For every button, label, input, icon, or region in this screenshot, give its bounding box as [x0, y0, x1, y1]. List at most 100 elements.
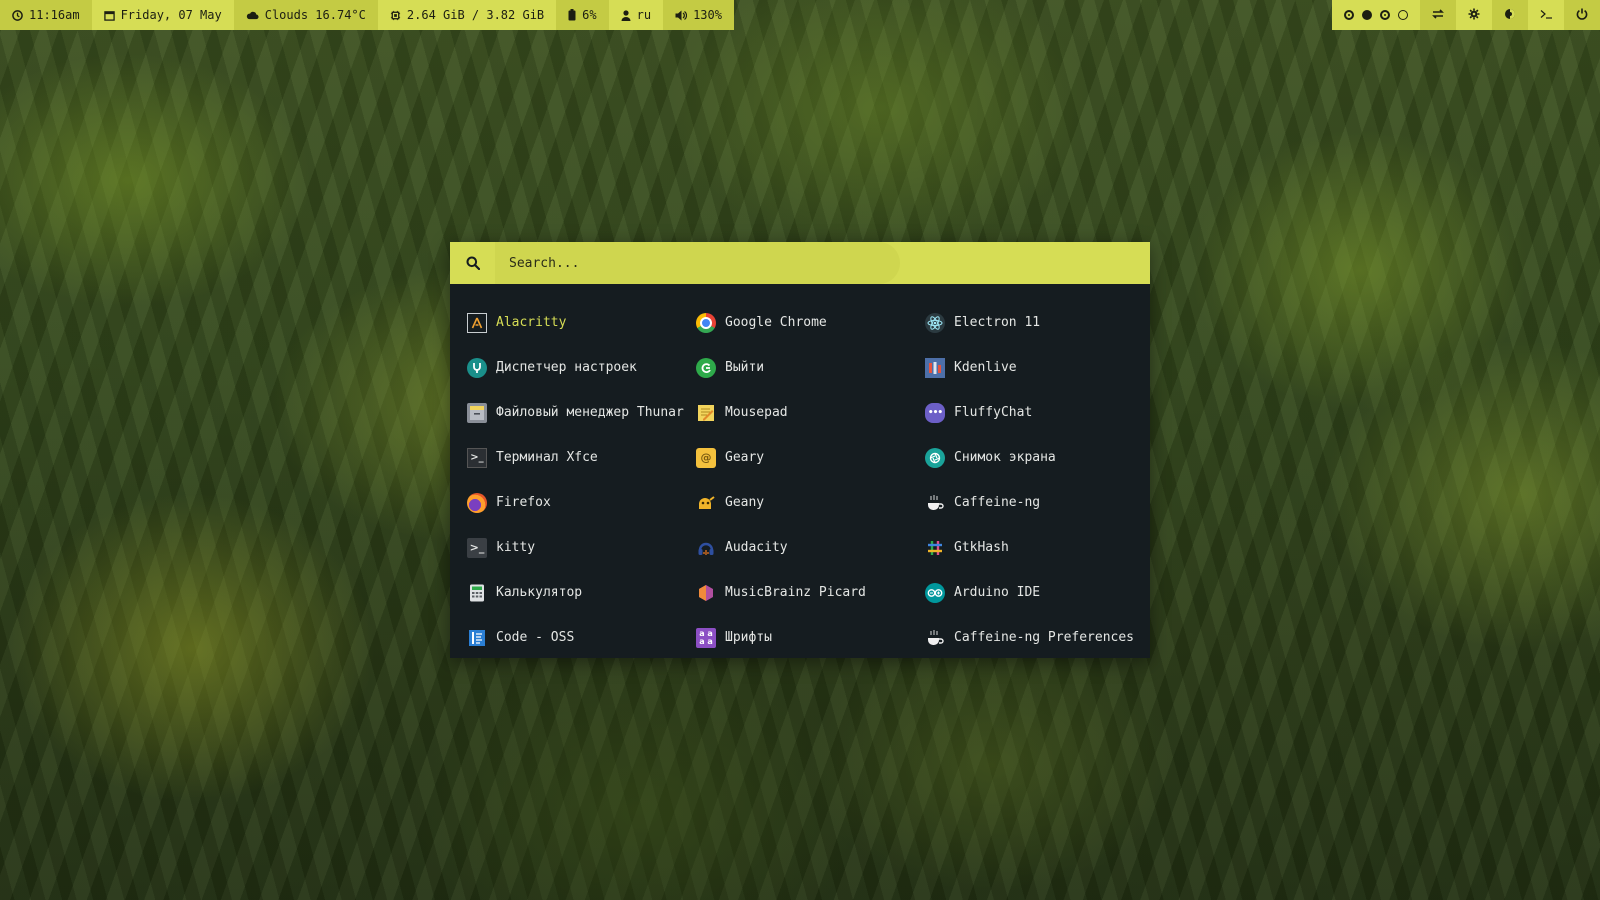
app-geary[interactable]: @ Geary: [696, 435, 925, 480]
app-label: Калькулятор: [496, 585, 583, 600]
swap-button[interactable]: [1420, 0, 1456, 30]
terminal-prompt-icon: [1540, 8, 1553, 22]
date-text: Friday, 07 May: [120, 8, 222, 22]
app-mousepad[interactable]: Mousepad: [696, 390, 925, 435]
workspace-3-icon[interactable]: [1380, 10, 1390, 20]
code-oss-icon: [467, 628, 487, 648]
app-fluffychat[interactable]: ••• FluffyChat: [925, 390, 1154, 435]
chrome-icon: [696, 312, 716, 333]
app-gtkhash[interactable]: GtkHash: [925, 525, 1154, 570]
power-icon: [1576, 8, 1588, 23]
app-caffeine-ng-preferences[interactable]: Caffeine-ng Preferences: [925, 615, 1154, 660]
gtkhash-icon: [925, 538, 945, 558]
app-arduino-ide[interactable]: Arduino IDE: [925, 570, 1154, 615]
top-panel-right: [1332, 0, 1600, 30]
app-label: Mousepad: [725, 405, 788, 420]
app-xfce-terminal[interactable]: >_ Терминал Xfce: [467, 435, 696, 480]
app-label: FluffyChat: [954, 405, 1033, 420]
settings-button[interactable]: [1456, 0, 1492, 30]
app-label: Caffeine-ng Preferences: [954, 630, 1135, 645]
terminal-button[interactable]: [1528, 0, 1564, 30]
app-google-chrome[interactable]: Google Chrome: [696, 300, 925, 345]
app-label: MusicBrainz Picard: [725, 585, 866, 600]
search-input[interactable]: [495, 242, 900, 284]
search-icon: [450, 242, 495, 284]
weather-widget[interactable]: Clouds 16.74°C: [233, 0, 378, 30]
weather-text: Clouds 16.74°C: [264, 8, 366, 22]
app-label: Alacritty: [496, 315, 567, 330]
app-launcher: Alacritty Google Chrome Electron 11 Дисп…: [450, 242, 1150, 658]
electron-icon: [925, 312, 945, 333]
app-fonts[interactable]: a aa a Шрифты: [696, 615, 925, 660]
app-screenshot[interactable]: Снимок экрана: [925, 435, 1154, 480]
caffeine-icon: [925, 493, 945, 513]
app-label: Снимок экрана: [954, 450, 1056, 465]
app-label: Code - OSS: [496, 630, 575, 645]
workspace-1-icon[interactable]: [1344, 10, 1354, 20]
clock-widget[interactable]: 11:16am: [0, 0, 92, 30]
app-label: GtkHash: [954, 540, 1009, 555]
volume-widget[interactable]: 130%: [663, 0, 734, 30]
app-label: Arduino IDE: [954, 585, 1041, 600]
picard-icon: [696, 583, 716, 603]
firefox-icon: [467, 492, 487, 513]
clock-icon: [12, 9, 23, 21]
app-logout[interactable]: Выйти: [696, 345, 925, 390]
top-panel-left: 11:16am Friday, 07 May Clouds 16.74°C 2.…: [0, 0, 734, 30]
geary-icon: @: [696, 447, 716, 468]
theme-toggle-button[interactable]: [1492, 0, 1528, 30]
app-label: Выйти: [725, 360, 765, 375]
app-label: Geany: [725, 495, 765, 510]
keyboard-layout-widget[interactable]: ru: [608, 0, 664, 30]
app-label: Firefox: [496, 495, 551, 510]
app-label: Geary: [725, 450, 765, 465]
app-geany[interactable]: Geany: [696, 480, 925, 525]
memory-widget[interactable]: 2.64 GiB / 3.82 GiB: [377, 0, 557, 30]
app-code-oss[interactable]: Code - OSS: [467, 615, 696, 660]
app-kitty[interactable]: >_ kitty: [467, 525, 696, 570]
battery-text: 6%: [582, 8, 597, 22]
app-label: Electron 11: [954, 315, 1041, 330]
app-settings-manager[interactable]: Диспетчер настроек: [467, 345, 696, 390]
calculator-icon: [467, 583, 487, 603]
app-label: Kdenlive: [954, 360, 1017, 375]
date-widget[interactable]: Friday, 07 May: [91, 0, 234, 30]
app-thunar[interactable]: Файловый менеджер Thunar: [467, 390, 696, 435]
workspace-switcher: [1332, 0, 1420, 30]
app-musicbrainz-picard[interactable]: MusicBrainz Picard: [696, 570, 925, 615]
clock-text: 11:16am: [29, 8, 80, 22]
workspace-4-icon[interactable]: [1398, 10, 1408, 20]
app-electron-11[interactable]: Electron 11: [925, 300, 1154, 345]
app-label: Шрифты: [725, 630, 772, 645]
app-label: Caffeine-ng: [954, 495, 1041, 510]
app-label: Google Chrome: [725, 315, 827, 330]
app-kdenlive[interactable]: Kdenlive: [925, 345, 1154, 390]
caffeine-preferences-icon: [925, 628, 945, 648]
screenshot-icon: [925, 447, 945, 468]
volume-icon: [675, 10, 688, 21]
app-label: kitty: [496, 540, 536, 555]
app-audacity[interactable]: Audacity: [696, 525, 925, 570]
thunar-icon: [467, 402, 487, 423]
memory-chip-icon: [390, 10, 401, 21]
app-label: Терминал Xfce: [496, 450, 598, 465]
app-firefox[interactable]: Firefox: [467, 480, 696, 525]
alacritty-icon: [467, 312, 487, 333]
app-caffeine-ng[interactable]: Caffeine-ng: [925, 480, 1154, 525]
launcher-search-bar: [450, 242, 1150, 284]
fluffychat-icon: •••: [925, 402, 945, 423]
cloud-icon: [246, 10, 259, 20]
app-calculator[interactable]: Калькулятор: [467, 570, 696, 615]
keyboard-layout-text: ru: [636, 8, 652, 22]
gear-icon: [1468, 8, 1480, 23]
app-alacritty[interactable]: Alacritty: [467, 300, 696, 345]
top-panel: 11:16am Friday, 07 May Clouds 16.74°C 2.…: [0, 0, 1600, 30]
memory-text: 2.64 GiB / 3.82 GiB: [406, 8, 545, 22]
user-icon: [621, 9, 631, 21]
mousepad-icon: [696, 403, 716, 423]
battery-icon: [568, 9, 576, 21]
power-button[interactable]: [1564, 0, 1600, 30]
logout-icon: [696, 357, 716, 378]
battery-widget[interactable]: 6%: [556, 0, 609, 30]
workspace-2-icon[interactable]: [1362, 10, 1372, 20]
